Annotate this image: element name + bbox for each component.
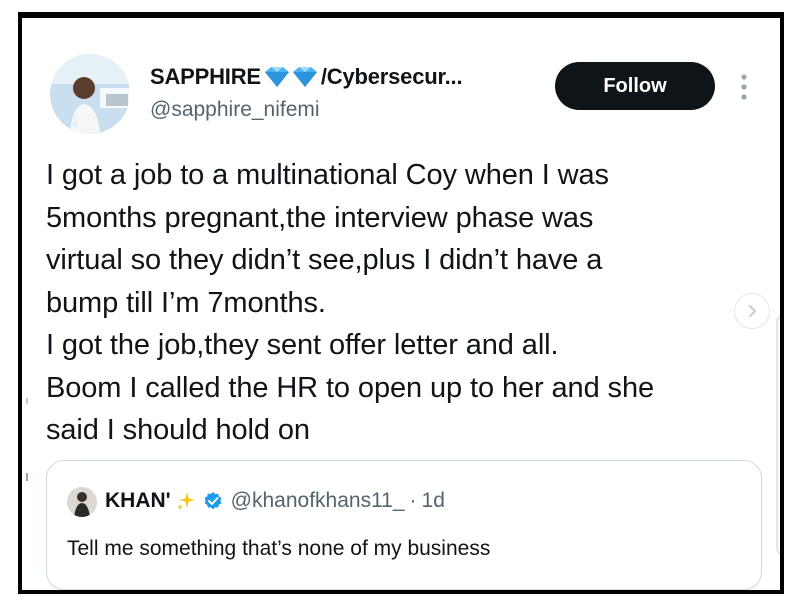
author-handle[interactable]: @sapphire_nifemi [150, 98, 320, 122]
post-text-line: said I should hold on [46, 414, 310, 446]
quoted-post-header: KHAN' @khanofkhans11_ · 1d [105, 489, 445, 513]
author-display-name[interactable]: SAPPHIRE /Cybersecur... [150, 64, 463, 90]
more-options-icon[interactable] [740, 73, 748, 101]
adjacent-panel-edge [776, 314, 780, 556]
quoted-author-name[interactable]: KHAN' [105, 489, 171, 513]
post-text-line: 5months pregnant,the interview phase was [46, 201, 594, 234]
quoted-post-text: Tell me something that’s none of my busi… [67, 537, 491, 560]
post-text-line: bump till I’m 7months. [46, 286, 326, 319]
chevron-right-icon[interactable] [734, 293, 770, 329]
avatar-image [50, 54, 130, 134]
post-text-line: virtual so they didn’t see,plus I didn’t… [46, 244, 603, 276]
edge-marker [26, 398, 28, 404]
post-text-line: Boom I called the HR to open up to her a… [46, 371, 655, 404]
quoted-post-card[interactable]: KHAN' @khanofkhans11_ · 1d Tell me somet… [46, 460, 762, 590]
display-name-suffix: /Cybersecur... [320, 64, 463, 89]
post-frame: SAPPHIRE /Cybersecur... @sapphire_nifemi… [18, 12, 784, 594]
post-text-line: I got a job to a multinational Coy when … [46, 159, 609, 191]
author-avatar[interactable] [50, 54, 130, 134]
separator-dot: · [409, 489, 417, 512]
sparkles-icon [175, 490, 197, 512]
follow-button[interactable]: Follow [555, 62, 715, 110]
quoted-post-timestamp[interactable]: 1d [422, 489, 445, 513]
edge-marker [26, 473, 28, 481]
gem-icon [263, 66, 319, 88]
display-name-prefix: SAPPHIRE [150, 64, 261, 89]
verified-badge-icon [203, 491, 223, 511]
post-text: I got a job to a multinational Coy when … [46, 154, 736, 452]
quoted-author-avatar[interactable] [67, 487, 97, 517]
quoted-author-handle[interactable]: @khanofkhans11_ [231, 489, 405, 513]
post-text-line: I got the job,they sent offer letter and… [46, 329, 559, 361]
avatar-image [67, 487, 97, 517]
